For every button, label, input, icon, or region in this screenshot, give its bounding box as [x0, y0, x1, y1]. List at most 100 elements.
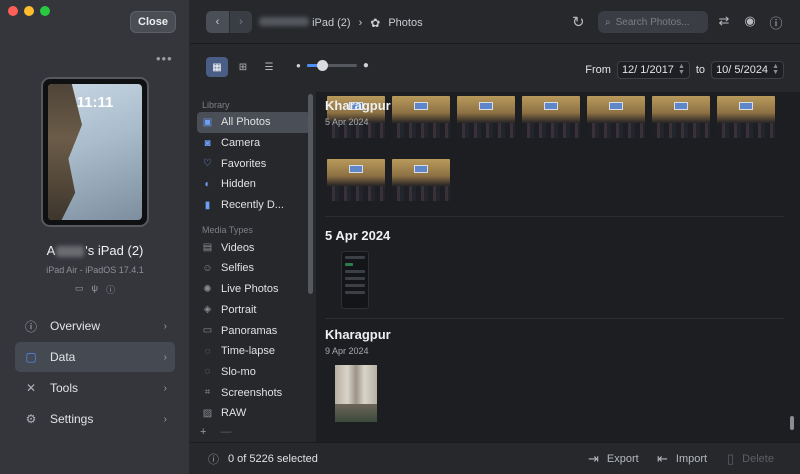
grid-large-view-button[interactable]: ⊞: [232, 57, 254, 77]
redacted-name: [56, 246, 85, 258]
photo-group-header: Kharagpur 9 Apr 2024: [325, 327, 391, 356]
chevron-right-icon: ›: [163, 382, 167, 394]
grid-small-icon: ▦: [212, 61, 222, 73]
breadcrumb: iPad (2) › ✿ Photos: [259, 16, 423, 30]
cube-icon: ◈: [203, 304, 212, 316]
usb-icon: ψ: [91, 283, 98, 293]
photo-row: [327, 159, 450, 201]
section-divider: [325, 318, 784, 319]
search-box[interactable]: ⌕: [598, 11, 708, 33]
photo-group-header: Kharagpur 5 Apr 2024: [325, 98, 391, 127]
timelapse-icon: ◌: [204, 345, 211, 357]
group-title: Kharagpur: [325, 327, 391, 342]
history-nav: ‹ ›: [206, 11, 252, 33]
library-item-recently-deleted[interactable]: ▮ Recently D...: [197, 195, 310, 216]
section-divider: [325, 216, 784, 217]
search-input[interactable]: [615, 16, 696, 28]
photo-thumbnail[interactable]: [652, 96, 710, 138]
nav-item-overview[interactable]: ⓘ Overview ›: [15, 311, 175, 341]
forward-button[interactable]: ›: [229, 11, 252, 33]
chevron-right-icon: ›: [163, 320, 167, 332]
slider-track[interactable]: [306, 60, 357, 71]
media-item-panoramas[interactable]: ▭ Panoramas: [197, 320, 310, 341]
transfer-icon[interactable]: ⇄: [716, 13, 732, 32]
close-window-icon[interactable]: [8, 6, 18, 16]
device-model: iPad Air - iPadOS 17.4.1: [46, 265, 144, 275]
view-mode-switch: ▦ ⊞ ☰: [206, 57, 280, 77]
chevron-left-icon: ‹: [215, 16, 220, 28]
nav-item-data[interactable]: ▢ Data ›: [15, 342, 175, 372]
media-item-screenshots[interactable]: ⌗ Screenshots: [197, 382, 310, 403]
photo-thumbnail[interactable]: [587, 96, 645, 138]
media-item-videos[interactable]: ▤ Videos: [197, 237, 310, 258]
redacted-name: [259, 17, 309, 26]
zoom-window-icon[interactable]: [40, 6, 50, 16]
remove-album-button[interactable]: —: [220, 426, 231, 438]
person-small-icon: ●: [296, 61, 301, 70]
tools-icon: ✕: [25, 381, 37, 395]
date-to-field[interactable]: 10/ 5/2024 ▲ ▼: [711, 61, 784, 79]
breadcrumb-device[interactable]: iPad (2): [259, 17, 351, 29]
photo-thumbnail[interactable]: [717, 96, 775, 138]
square-icon: ▢: [25, 350, 37, 364]
date-from-field[interactable]: 12/ 1/2017 ▲ ▼: [616, 61, 690, 79]
nav-item-settings[interactable]: ⚙ Settings ›: [15, 404, 175, 434]
thumbnail-size-slider[interactable]: ● ●: [296, 60, 369, 71]
nav-item-tools[interactable]: ✕ Tools ›: [15, 373, 175, 403]
content-scrollbar[interactable]: [790, 416, 794, 430]
more-options-icon[interactable]: •••: [156, 51, 173, 66]
photo-thumbnail[interactable]: [522, 96, 580, 138]
media-item-raw[interactable]: ▨ RAW: [197, 403, 310, 424]
photo-thumbnail[interactable]: [335, 365, 377, 422]
status-bar: ⓘ 0 of 5226 selected ⇥ Export ⇤ Import ▯…: [190, 442, 800, 474]
photo-grid: Kharagpur 5 Apr 2024 5 Apr 2024 Kharagpu…: [317, 92, 800, 442]
delete-button[interactable]: ▯ Delete: [727, 451, 774, 467]
device-status-icons: ▭ ψ ⓘ: [0, 283, 190, 296]
view-toolbar: ▦ ⊞ ☰ ● ● From 12/ 1/2017 ▲ ▼ to 10/ 5/20…: [190, 44, 800, 92]
library-item-hidden[interactable]: ◐ Hidden: [197, 174, 310, 195]
export-button[interactable]: ⇥ Export: [588, 451, 639, 467]
close-button[interactable]: Close: [130, 11, 176, 33]
stepper-icon[interactable]: ▲ ▼: [772, 63, 779, 76]
refresh-icon[interactable]: ↻: [572, 13, 585, 31]
grid-large-icon: ⊞: [238, 61, 248, 73]
stepper-icon[interactable]: ▲ ▼: [678, 63, 685, 76]
library-item-favorites[interactable]: ♡ Favorites: [197, 153, 310, 174]
battery-icon: ▭: [75, 283, 84, 293]
import-button[interactable]: ⇤ Import: [657, 451, 707, 467]
minimize-window-icon[interactable]: [24, 6, 34, 16]
photo-thumbnail[interactable]: [392, 96, 450, 138]
media-item-slo-mo[interactable]: ◌ Slo-mo: [197, 362, 310, 383]
media-item-selfies[interactable]: ☺ Selfies: [197, 258, 310, 279]
list-view-button[interactable]: ☰: [258, 57, 280, 77]
photos-icon: ▣: [202, 116, 213, 128]
search-icon: ⌕: [605, 16, 611, 28]
help-icon[interactable]: ⓘ: [768, 13, 784, 32]
camera-icon: ◙: [204, 137, 211, 149]
grid-small-view-button[interactable]: ▦: [206, 57, 228, 77]
library-sidebar: Library ▣ All Photos ◙ Camera ♡ Favorites ◐…: [190, 92, 316, 442]
group-title: Kharagpur: [325, 98, 391, 113]
window-controls: [8, 6, 50, 16]
screenshot-thumbnail[interactable]: [341, 251, 369, 309]
selfie-icon: ☺: [202, 262, 213, 274]
account-icon[interactable]: ◉: [742, 13, 758, 32]
info-icon[interactable]: ⓘ: [106, 283, 115, 296]
selection-count: 0 of 5226 selected: [228, 452, 318, 465]
screenshot-icon: ⌗: [204, 387, 211, 399]
photo-thumbnail[interactable]: [392, 159, 450, 201]
info-icon[interactable]: ⓘ: [208, 451, 219, 467]
library-item-camera[interactable]: ◙ Camera: [197, 133, 310, 154]
heart-icon: ♡: [203, 158, 212, 170]
media-item-portrait[interactable]: ◈ Portrait: [197, 300, 310, 321]
sidebar-scrollbar[interactable]: [308, 94, 313, 294]
media-item-time-lapse[interactable]: ◌ Time-lapse: [197, 341, 310, 362]
photo-thumbnail[interactable]: [327, 159, 385, 201]
media-item-live-photos[interactable]: ✺ Live Photos: [197, 279, 310, 300]
import-icon: ⇤: [657, 450, 668, 466]
add-album-button[interactable]: +: [200, 426, 206, 438]
back-button[interactable]: ‹: [206, 11, 229, 33]
photo-thumbnail[interactable]: [457, 96, 515, 138]
slider-knob[interactable]: [316, 60, 328, 71]
library-item-all-photos[interactable]: ▣ All Photos: [197, 112, 310, 133]
